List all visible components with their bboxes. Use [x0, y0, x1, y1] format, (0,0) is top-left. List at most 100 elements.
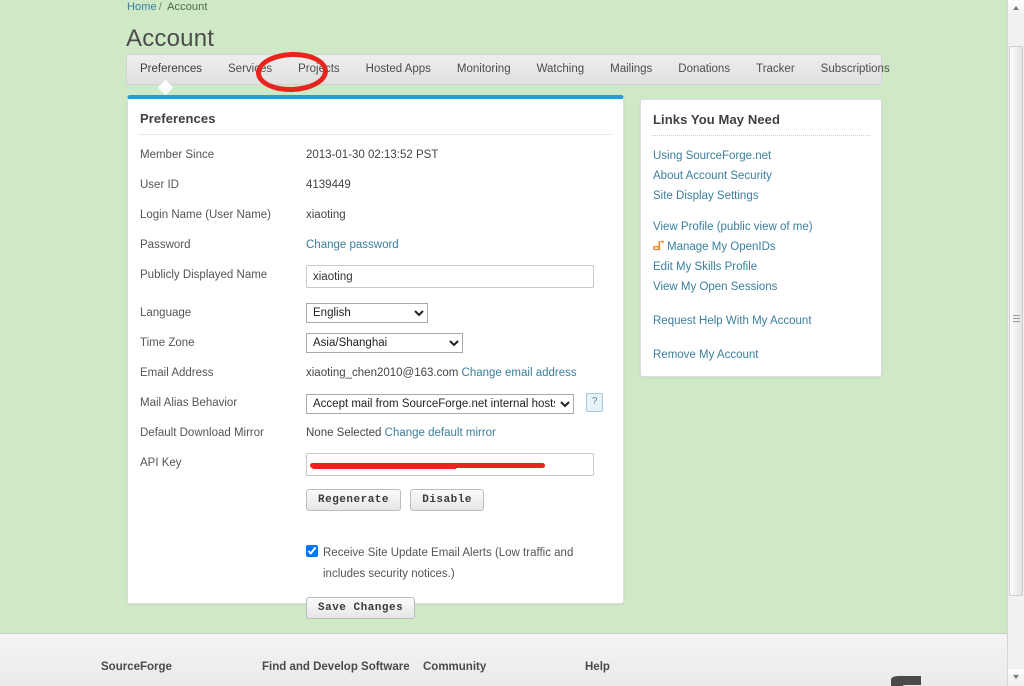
- scroll-up-triangle-icon: [1013, 6, 1019, 10]
- site-footer: SourceForge Find and Develop Software Co…: [0, 633, 1007, 686]
- label-time-zone: Time Zone: [140, 337, 195, 349]
- page-content: Home / Account Account Preferences Servic…: [0, 0, 1007, 633]
- email-alerts-label: Receive Site Update Email Alerts (Low tr…: [323, 547, 574, 580]
- tab-watching[interactable]: Watching: [524, 55, 598, 84]
- link-request-help[interactable]: Request Help With My Account: [653, 311, 881, 331]
- value-member-since: 2013-01-30 02:13:52 PST: [306, 149, 439, 161]
- row-login-name: Login Name (User Name) xiaoting: [128, 205, 623, 235]
- value-login-name: xiaoting: [306, 209, 346, 221]
- scroll-down-triangle-icon: [1013, 675, 1019, 679]
- breadcrumb-home-link[interactable]: Home: [127, 1, 157, 13]
- label-download-mirror: Default Download Mirror: [140, 427, 264, 439]
- label-member-since: Member Since: [140, 149, 215, 161]
- footer-link-find-develop[interactable]: Find and Develop Software: [262, 661, 410, 673]
- footer-link-sourceforge[interactable]: SourceForge: [101, 661, 172, 673]
- row-display-name: Publicly Displayed Name: [128, 265, 623, 303]
- label-login-name: Login Name (User Name): [140, 209, 272, 221]
- spacer-label-2: [140, 597, 306, 601]
- link-manage-openids-label: Manage My OpenIDs: [667, 241, 776, 253]
- question-mark-icon[interactable]: ?: [586, 393, 604, 412]
- row-save: Save Changes: [128, 597, 623, 627]
- links-side-panel: Links You May Need Using SourceForge.net…: [640, 99, 882, 377]
- footer-inner: SourceForge Find and Develop Software Co…: [0, 634, 1007, 686]
- footer-link-community[interactable]: Community: [423, 661, 486, 673]
- breadcrumb-separator: /: [158, 1, 162, 13]
- sourceforge-logo: [845, 676, 935, 686]
- row-mail-alias: Mail Alias Behavior Accept mail from Sou…: [128, 393, 623, 423]
- link-manage-openids[interactable]: Manage My OpenIDs: [652, 237, 881, 257]
- label-password: Password: [140, 239, 191, 251]
- scroll-up-arrow[interactable]: [1008, 0, 1024, 17]
- tab-subscriptions[interactable]: Subscriptions: [808, 55, 903, 84]
- scrollbar-grip-line-2: [1013, 318, 1020, 319]
- account-tab-bar: Preferences Services Projects Hosted App…: [126, 54, 890, 85]
- value-user-id: 4139449: [306, 179, 351, 191]
- row-api-key: API Key: [128, 453, 623, 489]
- language-select[interactable]: English: [306, 303, 428, 323]
- label-mail-alias: Mail Alias Behavior: [140, 397, 238, 409]
- row-email-alerts: Receive Site Update Email Alerts (Low tr…: [128, 543, 623, 585]
- tab-monitoring[interactable]: Monitoring: [444, 55, 524, 84]
- row-time-zone: Time Zone Asia/Shanghai: [128, 333, 623, 363]
- breadcrumb: Home / Account: [127, 1, 208, 13]
- value-email-address: xiaoting_chen2010@163.com: [306, 367, 459, 379]
- change-password-link[interactable]: Change password: [306, 239, 399, 251]
- mail-alias-select[interactable]: Accept mail from SourceForge.net interna…: [306, 394, 574, 414]
- row-email-address: Email Address xiaoting_chen2010@163.com …: [128, 363, 623, 393]
- label-language: Language: [140, 307, 192, 319]
- openid-icon: [652, 238, 665, 251]
- side-links-list: Using SourceForge.net About Account Secu…: [641, 136, 881, 365]
- tab-projects[interactable]: Projects: [285, 55, 353, 84]
- link-about-account-security[interactable]: About Account Security: [653, 166, 881, 186]
- side-links-gap-3: [653, 331, 881, 345]
- label-display-name: Publicly Displayed Name: [140, 269, 268, 281]
- email-alerts-checkbox[interactable]: [306, 545, 318, 557]
- api-key-input[interactable]: [306, 453, 594, 476]
- tab-tracker[interactable]: Tracker: [743, 55, 808, 84]
- link-remove-account[interactable]: Remove My Account: [653, 345, 881, 365]
- value-download-mirror: None Selected: [306, 427, 382, 439]
- link-view-profile[interactable]: View Profile (public view of me): [653, 217, 881, 237]
- scrollbar-grip-line-3: [1013, 321, 1020, 322]
- row-password: Password Change password: [128, 235, 623, 265]
- scrollbar-thumb[interactable]: [1009, 46, 1023, 596]
- scroll-down-arrow[interactable]: [1008, 669, 1024, 686]
- link-view-open-sessions[interactable]: View My Open Sessions: [653, 277, 881, 297]
- timezone-select[interactable]: Asia/Shanghai: [306, 333, 463, 353]
- link-edit-skills-profile[interactable]: Edit My Skills Profile: [653, 257, 881, 277]
- row-language: Language English: [128, 303, 623, 333]
- api-key-field-wrap: [306, 453, 594, 476]
- spacer-label: [140, 489, 306, 493]
- row-user-id: User ID 4139449: [128, 175, 623, 205]
- row-download-mirror: Default Download Mirror None Selected Ch…: [128, 423, 623, 453]
- side-links-gap-1: [653, 206, 881, 217]
- link-using-sourceforge[interactable]: Using SourceForge.net: [653, 146, 881, 166]
- change-mirror-link[interactable]: Change default mirror: [385, 427, 496, 439]
- label-api-key: API Key: [140, 457, 182, 469]
- row-member-since: Member Since 2013-01-30 02:13:52 PST: [128, 145, 623, 175]
- footer-link-help[interactable]: Help: [585, 661, 610, 673]
- save-changes-button[interactable]: Save Changes: [306, 597, 416, 619]
- tab-hosted-apps[interactable]: Hosted Apps: [353, 55, 444, 84]
- preferences-form: Member Since 2013-01-30 02:13:52 PST Use…: [128, 135, 623, 627]
- display-name-input[interactable]: [306, 265, 594, 288]
- tab-mailings[interactable]: Mailings: [597, 55, 665, 84]
- preferences-heading: Preferences: [140, 111, 216, 126]
- side-panel-heading: Links You May Need: [653, 112, 781, 127]
- link-site-display-settings[interactable]: Site Display Settings: [653, 186, 881, 206]
- tab-donations[interactable]: Donations: [665, 55, 743, 84]
- preferences-card: Preferences Member Since 2013-01-30 02:1…: [127, 95, 624, 619]
- side-links-gap-2: [653, 297, 881, 311]
- regenerate-button[interactable]: Regenerate: [306, 489, 402, 511]
- browser-viewport: Home / Account Account Preferences Servic…: [0, 0, 1024, 686]
- page-title: Account: [126, 25, 215, 52]
- tab-services[interactable]: Services: [215, 55, 285, 84]
- scrollbar-grip-line-1: [1013, 315, 1020, 316]
- label-user-id: User ID: [140, 179, 179, 191]
- vertical-scrollbar[interactable]: [1007, 0, 1024, 686]
- disable-button[interactable]: Disable: [410, 489, 484, 511]
- tab-preferences[interactable]: Preferences: [127, 55, 215, 84]
- change-email-link[interactable]: Change email address: [462, 367, 577, 379]
- breadcrumb-current: Account: [167, 1, 208, 13]
- row-api-key-buttons: Regenerate Disable: [128, 489, 623, 523]
